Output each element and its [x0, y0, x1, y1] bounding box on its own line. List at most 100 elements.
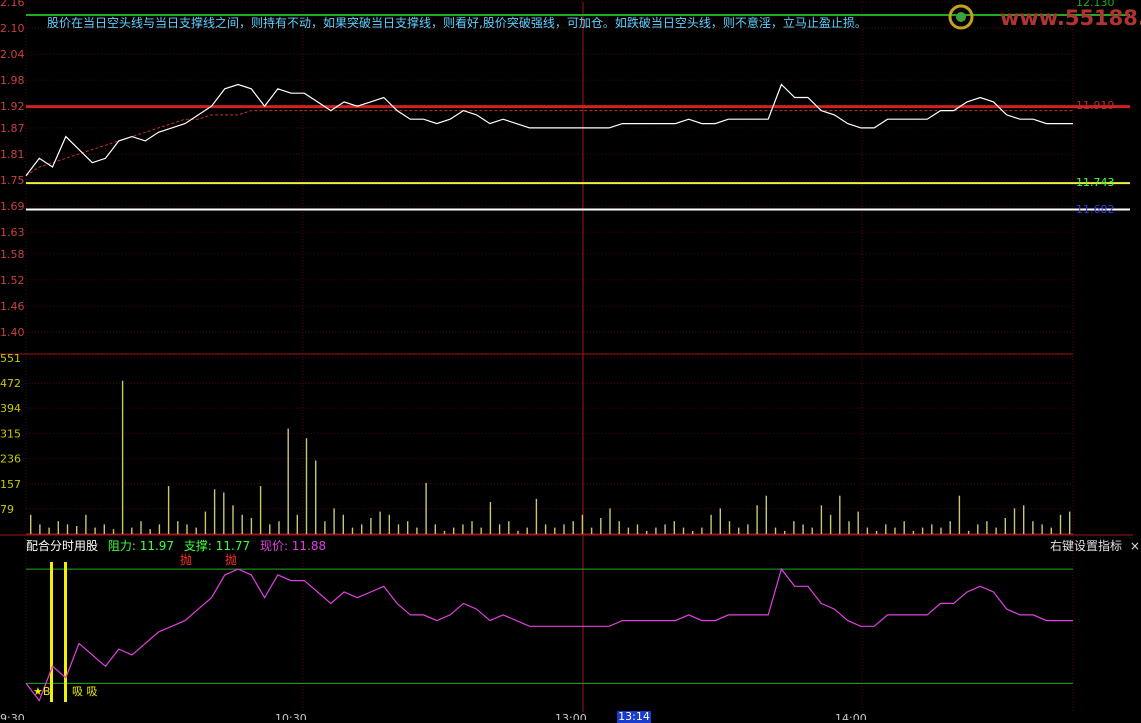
volume-bar — [112, 529, 115, 534]
volume-bar — [1050, 527, 1052, 534]
volume-bar — [259, 486, 262, 534]
volume-bar — [646, 530, 648, 534]
volume-bar — [1059, 514, 1062, 534]
volume-bar — [361, 524, 363, 534]
volume-bar — [609, 508, 611, 534]
chart-stage: 2.16 2.10 2.04 1.98 1.92 1.87 1.81 1.75 1.69 1.63… — [0, 0, 1133, 720]
volume-bar — [342, 514, 344, 534]
volume-bar — [627, 527, 630, 534]
buy-signal-bar-2 — [64, 562, 67, 702]
volume-bar — [793, 521, 795, 534]
volume-bar — [204, 511, 207, 534]
price-y-tick: 1.98 — [0, 74, 25, 87]
volume-bar — [213, 489, 216, 534]
volume-bar — [682, 527, 685, 534]
volume-bar — [581, 514, 584, 534]
volume-bar — [958, 495, 961, 534]
volume-bar — [894, 527, 896, 534]
volume-bar — [728, 521, 731, 534]
volume-bar — [1041, 524, 1043, 534]
average-price-line — [25, 110, 1073, 177]
volume-bar — [232, 505, 234, 534]
price-y-tick: 1.69 — [0, 200, 25, 213]
volume-bar — [30, 514, 32, 534]
volume-bar — [839, 495, 841, 534]
volume-bar — [977, 524, 979, 534]
volume-bar — [921, 527, 924, 534]
close-icon[interactable]: × — [1130, 539, 1140, 553]
buy-signal-bar-1 — [50, 562, 53, 702]
time-tick: 13:00 — [555, 712, 587, 720]
volume-bar — [563, 524, 565, 534]
volume-bar — [866, 527, 869, 534]
volume-bar — [351, 527, 354, 534]
price-y-tick: 1.58 — [0, 248, 25, 261]
volume-bar — [315, 460, 317, 534]
volume-bar — [241, 514, 243, 534]
price-y-tick: 1.92 — [0, 100, 25, 113]
volume-bar — [57, 521, 59, 534]
indicator-line — [25, 567, 1073, 702]
volume-bar — [140, 521, 142, 534]
volume-y-tick: 551 — [0, 352, 21, 365]
volume-bar — [811, 527, 813, 534]
volume-bar — [388, 514, 390, 534]
volume-bar — [885, 524, 887, 534]
volume-bar — [425, 482, 427, 534]
price-y-tick: 2.16 — [0, 0, 25, 9]
price-y-tick: 2.04 — [0, 48, 25, 61]
volume-bar — [177, 521, 179, 534]
indicator-name: 配合分时用股 — [26, 539, 99, 553]
volume-bar — [600, 518, 602, 534]
volume-bar — [186, 524, 188, 534]
volume-bar — [986, 521, 988, 534]
indicator-settings[interactable]: 右键设置指标 × — [1050, 537, 1140, 554]
volume-bar — [250, 518, 253, 534]
time-axis: 9:30 10:30 13:00 14:00 — [0, 712, 867, 720]
volume-bar — [655, 527, 657, 534]
volume-bar — [434, 524, 436, 534]
volume-bar — [94, 527, 96, 534]
volume-bar — [848, 521, 850, 534]
volume-y-tick: 394 — [0, 402, 21, 415]
strategy-hint: 股价在当日空头线与当日支撑线之间，则持有不动，如果突破当日支撑线，则看好,股价突… — [47, 16, 867, 30]
price-panel[interactable]: 2.16 2.10 2.04 1.98 1.92 1.87 1.81 1.75 1.69 1.63… — [0, 0, 1130, 712]
volume-bar — [857, 511, 859, 534]
volume-bar — [1004, 518, 1006, 534]
volume-bar — [489, 502, 492, 534]
volume-bar — [103, 524, 105, 534]
volume-bar — [1023, 505, 1025, 534]
volume-bar — [121, 380, 124, 534]
volume-bar — [269, 524, 271, 534]
volume-bar — [453, 527, 455, 534]
volume-bar — [802, 524, 804, 534]
volume-y-tick: 315 — [0, 427, 21, 440]
volume-bar — [756, 505, 758, 534]
volume-bar — [416, 527, 418, 534]
volume-bar — [333, 508, 335, 534]
volume-panel[interactable]: 551 472 394 315 236 157 79 — [0, 352, 1073, 535]
volume-bar — [618, 521, 620, 534]
volume-bar — [903, 521, 905, 534]
logo-text: www.55188.com — [1000, 6, 1141, 30]
volume-bar — [480, 527, 482, 534]
volume-bar — [636, 524, 639, 534]
cursor-time-badge: 13:14 — [617, 710, 651, 723]
price-y-tick: 1.52 — [0, 274, 25, 287]
indicator-current: 现价: 11.88 — [259, 539, 327, 553]
volume-bar — [498, 524, 501, 534]
volume-bar — [526, 527, 528, 534]
volume-bar — [912, 530, 915, 534]
volume-bar — [407, 521, 409, 534]
price-line — [25, 83, 1073, 177]
volume-bar — [820, 505, 823, 534]
indicator-panel[interactable] — [0, 534, 1133, 702]
volume-bar — [167, 486, 170, 534]
indicator-settings-label[interactable]: 右键设置指标 — [1050, 539, 1122, 553]
logo-swirl-icon — [948, 4, 974, 30]
volume-bar — [719, 508, 721, 534]
time-tick: 10:30 — [275, 712, 307, 720]
volume-bar — [940, 527, 942, 534]
price-y-tick: 1.46 — [0, 300, 25, 313]
volume-bar — [370, 518, 372, 534]
